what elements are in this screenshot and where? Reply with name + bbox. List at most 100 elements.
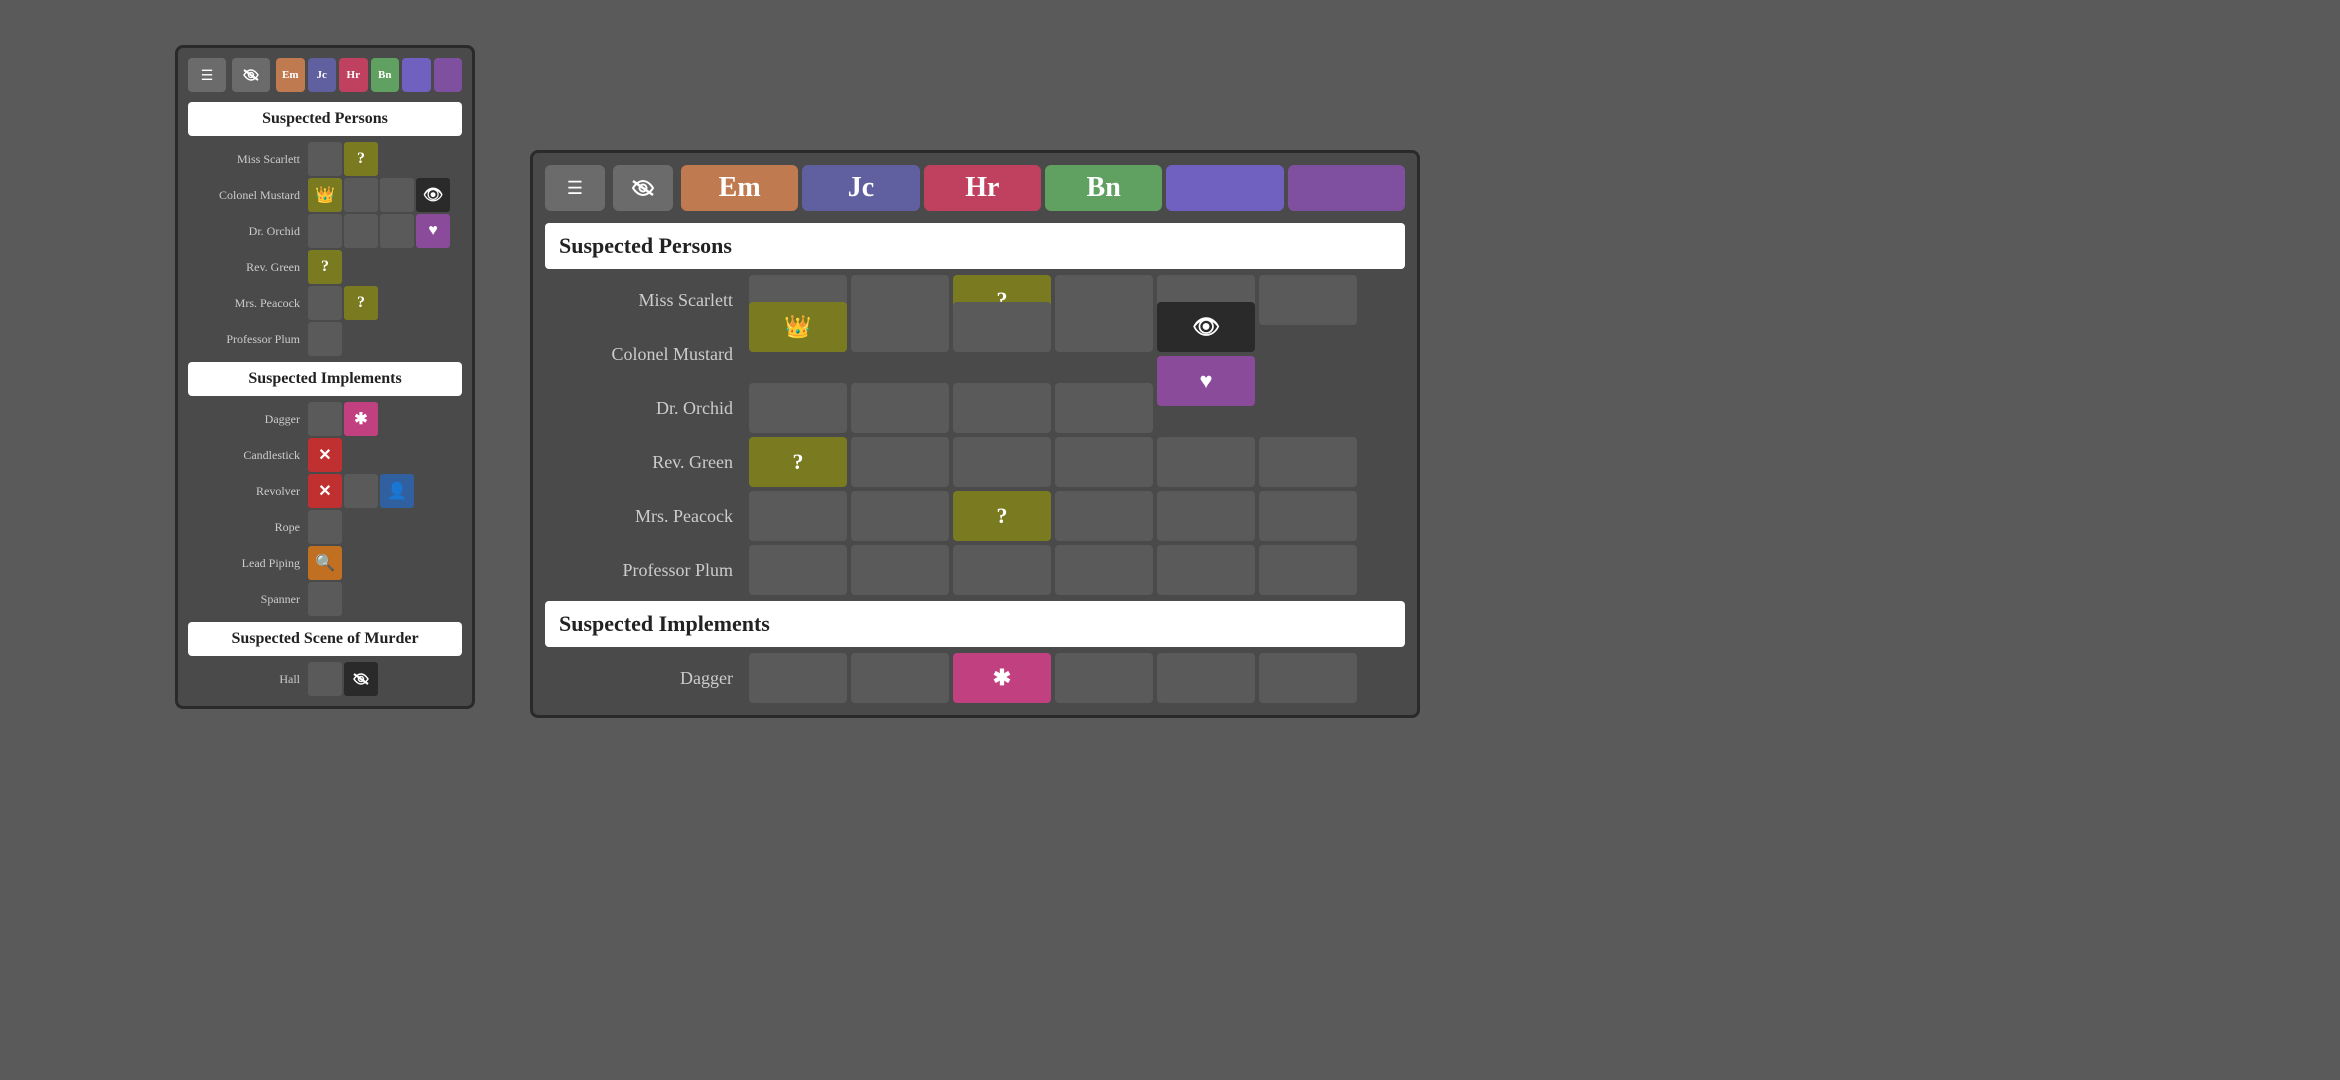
right-cell-6-professor-plum[interactable]	[1259, 545, 1357, 595]
cell-bn-colonel-mustard[interactable]: 👁	[416, 178, 450, 212]
right-implement-dagger: Dagger	[545, 668, 745, 689]
person-label-colonel-mustard: Colonel Mustard	[188, 188, 308, 203]
implements-header: Suspected Implements	[188, 362, 462, 396]
right-cell-hr-rev-green[interactable]	[953, 437, 1051, 487]
left-tab-bn[interactable]: Bn	[371, 58, 400, 92]
cell-em-colonel-mustard[interactable]: 👑	[308, 178, 342, 212]
right-cell-6-dagger[interactable]	[1259, 653, 1357, 703]
scene-grid: Hall	[188, 662, 462, 696]
right-cell-bn-professor-plum[interactable]	[1055, 545, 1153, 595]
person-label-rev-green: Rev. Green	[188, 260, 308, 275]
right-cell-hr-mrs-peacock[interactable]: ?	[953, 491, 1051, 541]
right-cell-bn-dagger[interactable]	[1055, 653, 1153, 703]
right-cell-em-mrs-peacock[interactable]	[749, 491, 847, 541]
right-tab-5[interactable]	[1166, 165, 1283, 211]
cell-em-lead-piping[interactable]: 🔍	[308, 546, 342, 580]
right-persons-header: Suspected Persons	[545, 223, 1405, 269]
cell-em-mrs-peacock[interactable]	[308, 286, 342, 320]
person-label-dr-orchid: Dr. Orchid	[188, 224, 308, 239]
right-person-professor-plum: Professor Plum	[545, 560, 745, 581]
right-tab-bn[interactable]: Bn	[1045, 165, 1162, 211]
right-cell-jc-colonel-mustard[interactable]	[851, 302, 949, 352]
person-label-miss-scarlett: Miss Scarlett	[188, 152, 308, 167]
cell-jc-dagger[interactable]: ✱	[344, 402, 378, 436]
table-row: Lead Piping 🔍	[188, 546, 462, 580]
left-menu-button[interactable]: ☰	[188, 58, 226, 92]
cell-jc-miss-scarlett[interactable]: ?	[344, 142, 378, 176]
left-eye-button[interactable]	[232, 58, 270, 92]
cell-jc-revolver[interactable]	[344, 474, 378, 508]
left-tab-jc[interactable]: Jc	[308, 58, 337, 92]
right-cell-6-mrs-peacock[interactable]	[1259, 491, 1357, 541]
table-row: Mrs. Peacock ?	[188, 286, 462, 320]
cell-jc-colonel-mustard[interactable]	[344, 178, 378, 212]
right-tab-hr[interactable]: Hr	[924, 165, 1041, 211]
right-cell-5-professor-plum[interactable]	[1157, 545, 1255, 595]
right-cell-jc-dagger[interactable]	[851, 653, 949, 703]
right-implements-grid: Dagger ✱	[545, 653, 1405, 703]
person-label-mrs-peacock: Mrs. Peacock	[188, 296, 308, 311]
table-row: Rope	[188, 510, 462, 544]
right-cell-hr-professor-plum[interactable]	[953, 545, 1051, 595]
lead-piping-cells: 🔍	[308, 546, 462, 580]
cell-jc-dr-orchid[interactable]	[344, 214, 378, 248]
cell-em-rev-green[interactable]: ?	[308, 250, 342, 284]
right-eye-button[interactable]	[613, 165, 673, 211]
cell-em-dr-orchid[interactable]	[308, 214, 342, 248]
cell-em-hall[interactable]	[308, 662, 342, 696]
left-tab-em[interactable]: Em	[276, 58, 305, 92]
right-tab-6[interactable]	[1288, 165, 1405, 211]
right-tab-jc[interactable]: Jc	[802, 165, 919, 211]
rope-cells	[308, 510, 462, 544]
table-row: Dagger ✱	[188, 402, 462, 436]
right-cell-bn-colonel-mustard[interactable]	[1055, 302, 1153, 352]
right-cell-em-rev-green[interactable]: ?	[749, 437, 847, 487]
cell-em-professor-plum[interactable]	[308, 322, 342, 356]
cell-em-spanner[interactable]	[308, 582, 342, 616]
dagger-cells: ✱	[308, 402, 462, 436]
candlestick-cells: ✕	[308, 438, 462, 472]
cell-jc-hall[interactable]	[344, 662, 378, 696]
right-cell-em-dagger[interactable]	[749, 653, 847, 703]
left-tab-5[interactable]	[402, 58, 431, 92]
left-toolbar: ☰ Em Jc Hr Bn	[188, 58, 462, 92]
right-cell-6-rev-green[interactable]	[1259, 437, 1357, 487]
right-cell-hr-dagger[interactable]: ✱	[953, 653, 1051, 703]
cell-hr-colonel-mustard[interactable]	[380, 178, 414, 212]
right-cell-jc-professor-plum[interactable]	[851, 545, 949, 595]
cell-hr-revolver[interactable]: 👤	[380, 474, 414, 508]
right-cell-eye-mustard[interactable]: 👁	[1157, 302, 1255, 352]
implement-label-dagger: Dagger	[188, 412, 308, 427]
right-cell-jc-rev-green[interactable]	[851, 437, 949, 487]
cell-jc-mrs-peacock[interactable]: ?	[344, 286, 378, 320]
cell-hr-dr-orchid[interactable]	[380, 214, 414, 248]
mrs-peacock-cells: ?	[308, 286, 462, 320]
cell-em-rope[interactable]	[308, 510, 342, 544]
right-cell-hr-colonel-mustard[interactable]	[953, 302, 1051, 352]
right-cell-bn-mrs-peacock[interactable]	[1055, 491, 1153, 541]
right-person-mrs-peacock: Mrs. Peacock	[545, 506, 745, 527]
right-cell-5-mrs-peacock[interactable]	[1157, 491, 1255, 541]
right-cell-em-colonel-mustard[interactable]: 👑	[749, 302, 847, 352]
cell-em-revolver[interactable]: ✕	[308, 474, 342, 508]
right-menu-button[interactable]: ☰	[545, 165, 605, 211]
scene-label-hall: Hall	[188, 672, 308, 687]
left-tab-6[interactable]	[434, 58, 463, 92]
cell-em-miss-scarlett[interactable]	[308, 142, 342, 176]
right-cell-heart-orchid[interactable]: ♥	[1157, 356, 1255, 406]
table-row: Dr. Orchid ♥	[188, 214, 462, 248]
right-cell-jc-mrs-peacock[interactable]	[851, 491, 949, 541]
implement-label-spanner: Spanner	[188, 592, 308, 607]
right-cell-em-professor-plum[interactable]	[749, 545, 847, 595]
right-cell-5-dagger[interactable]	[1157, 653, 1255, 703]
cell-bn-dr-orchid[interactable]: ♥	[416, 214, 450, 248]
implement-label-lead-piping: Lead Piping	[188, 556, 308, 571]
right-cell-5-rev-green[interactable]	[1157, 437, 1255, 487]
right-tab-em[interactable]: Em	[681, 165, 798, 211]
right-cell-bn-rev-green[interactable]	[1055, 437, 1153, 487]
right-colonel-mustard-cells: 👑 👁 ♥	[749, 302, 1405, 406]
left-tab-hr[interactable]: Hr	[339, 58, 368, 92]
cell-em-dagger[interactable]	[308, 402, 342, 436]
miss-scarlett-cells: ?	[308, 142, 462, 176]
cell-em-candlestick[interactable]: ✕	[308, 438, 342, 472]
